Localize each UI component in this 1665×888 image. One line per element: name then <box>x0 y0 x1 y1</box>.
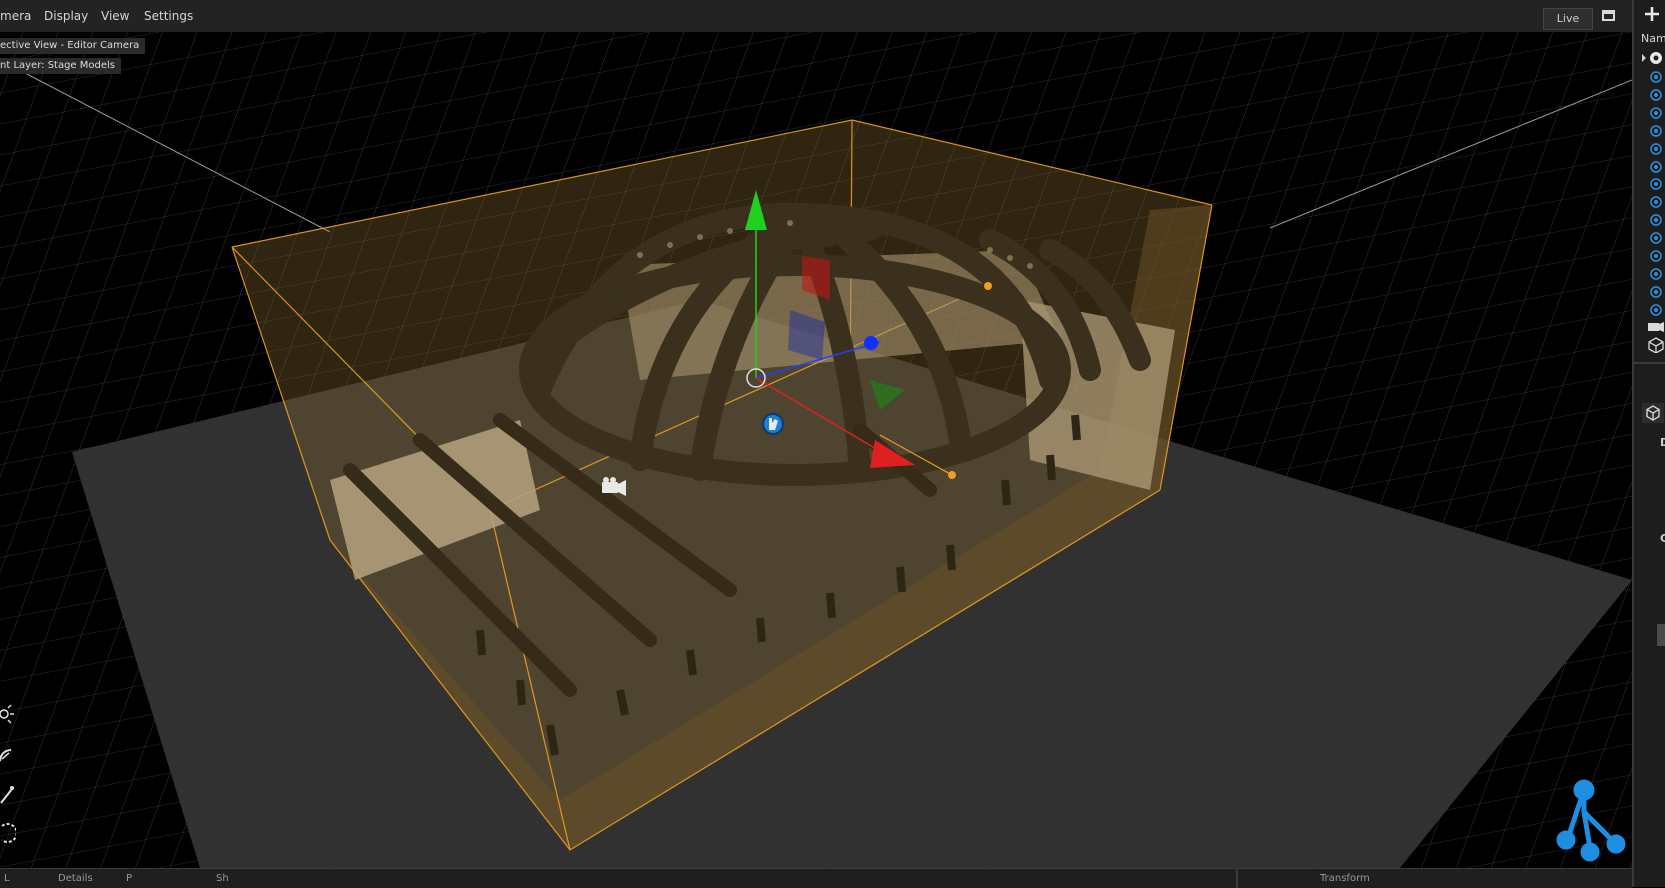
panel-divider <box>1634 362 1665 364</box>
bottom-tab-bar: L Details P Sh Transform <box>0 868 1632 888</box>
tab-sh[interactable]: Sh <box>216 873 229 884</box>
details-section-label: D <box>1660 436 1665 449</box>
wand-icon[interactable] <box>0 783 16 805</box>
menu-display[interactable]: Display <box>44 9 88 23</box>
panel-scrollbar[interactable] <box>1657 624 1665 646</box>
tab-layers[interactable]: L <box>4 873 10 884</box>
stage-panel: Nam D G <box>1632 0 1665 887</box>
menu-settings[interactable]: Settings <box>144 9 193 23</box>
light-icon[interactable] <box>0 703 16 725</box>
tab-transform[interactable]: Transform <box>1320 873 1370 884</box>
bottom-divider <box>1236 869 1238 888</box>
camera-view-label[interactable]: ective View - Editor Camera <box>0 38 146 54</box>
geometry-section-label: G <box>1660 532 1665 545</box>
tree-item-row[interactable] <box>1638 212 1665 229</box>
tree-item-row[interactable] <box>1638 159 1665 176</box>
tree-root-row[interactable] <box>1638 50 1665 67</box>
tree-item-row[interactable] <box>1638 284 1665 301</box>
tab-details[interactable]: Details <box>58 873 93 884</box>
tree-item-row[interactable] <box>1638 194 1665 211</box>
viewport[interactable]: ective View - Editor Camera nt Layer: St… <box>0 32 1632 868</box>
tab-p[interactable]: P <box>126 873 132 884</box>
menu-bar: mera Display View Settings Live <box>0 0 1632 33</box>
tree-item-row[interactable] <box>1638 176 1665 193</box>
properties-model-icon[interactable] <box>1642 403 1664 423</box>
tree-item-row[interactable] <box>1638 87 1665 104</box>
current-layer-label[interactable]: nt Layer: Stage Models <box>0 58 121 74</box>
menu-view[interactable]: View <box>101 9 129 23</box>
tree-camera-row[interactable] <box>1638 318 1665 335</box>
tree-item-row[interactable] <box>1638 69 1665 86</box>
menu-camera[interactable]: mera <box>0 9 31 23</box>
name-column-header[interactable]: Nam <box>1641 32 1665 45</box>
live-button[interactable]: Live <box>1543 8 1593 30</box>
tree-item-row[interactable] <box>1638 266 1665 283</box>
tree-model-row[interactable] <box>1638 336 1665 353</box>
tree-item-row[interactable] <box>1638 141 1665 158</box>
tree-item-row[interactable] <box>1638 248 1665 265</box>
tree-item-row[interactable] <box>1638 302 1665 319</box>
rotate-icon[interactable] <box>0 822 16 844</box>
scene-render[interactable] <box>0 32 1632 868</box>
tree-item-row[interactable] <box>1638 230 1665 247</box>
maximize-icon[interactable] <box>1602 10 1615 21</box>
tree-item-row[interactable] <box>1638 123 1665 140</box>
tree-item-row[interactable] <box>1638 105 1665 122</box>
add-icon[interactable] <box>1644 6 1660 22</box>
speed-gauge-icon[interactable] <box>0 743 16 765</box>
